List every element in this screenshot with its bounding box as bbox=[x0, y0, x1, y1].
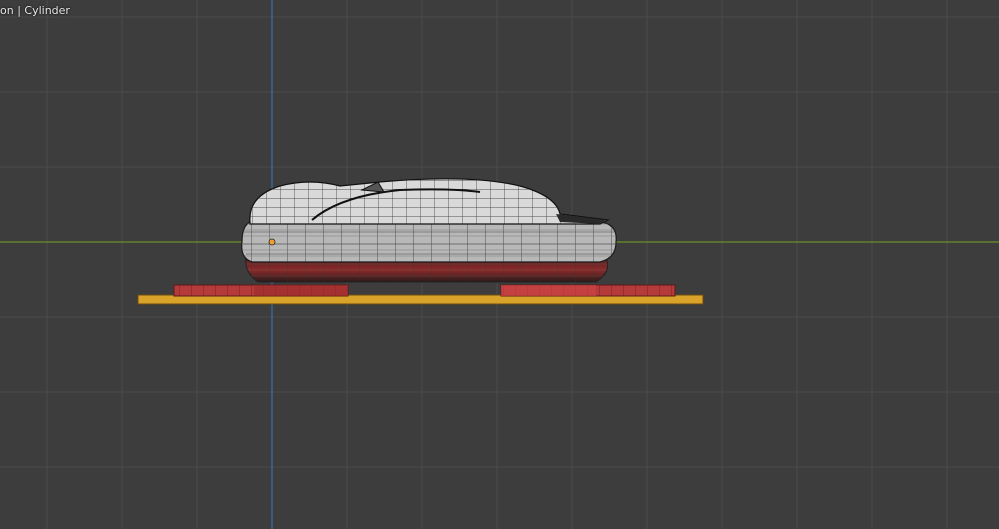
left-pad-shade bbox=[254, 285, 348, 296]
viewport-header-text: on | Cylinder bbox=[0, 4, 70, 17]
object-origin-dot[interactable] bbox=[268, 238, 276, 246]
right-pad-highlight bbox=[501, 285, 596, 296]
viewport-canvas[interactable] bbox=[0, 0, 999, 529]
main-rim-wire bbox=[241, 222, 617, 262]
upper-shell-wire bbox=[249, 178, 608, 224]
3d-viewport[interactable]: on | Cylinder bbox=[0, 0, 999, 529]
